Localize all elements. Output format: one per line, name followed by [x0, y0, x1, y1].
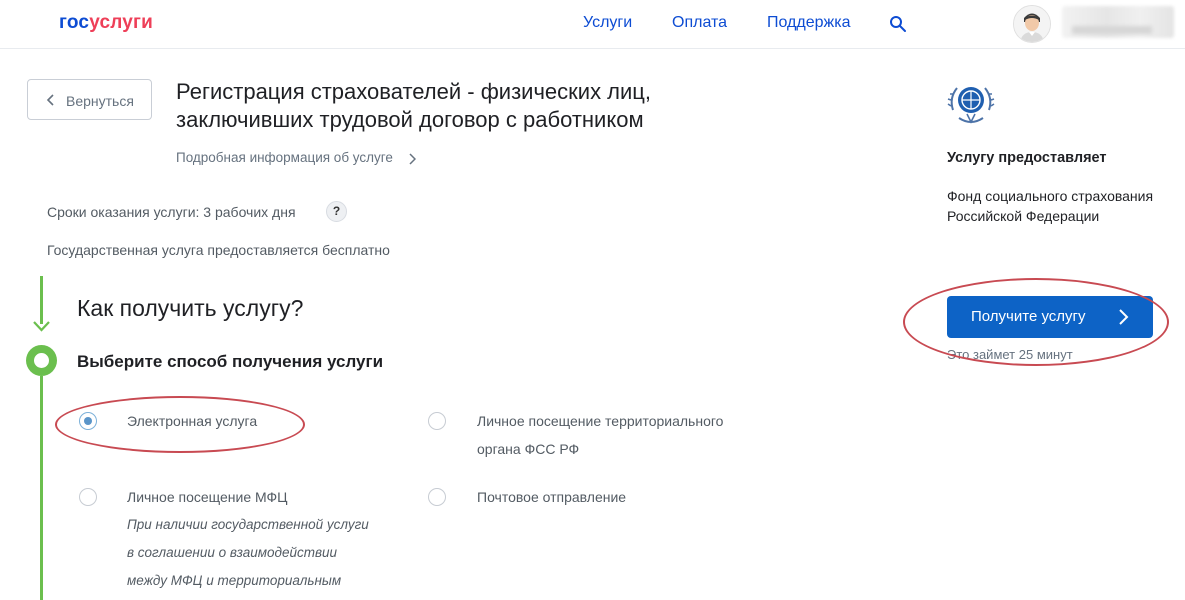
page-title-line2: заключивших трудовой договор с работнико… — [176, 107, 644, 132]
provider-heading: Услугу предоставляет — [947, 150, 1107, 166]
nav-payment[interactable]: Оплата — [672, 14, 727, 32]
nav-support[interactable]: Поддержка — [767, 14, 850, 32]
progress-line — [40, 276, 43, 324]
chevron-right-icon — [409, 153, 416, 165]
service-info-link[interactable]: Подробная информация об услуге — [176, 150, 416, 165]
radio-electronic[interactable] — [79, 412, 97, 430]
nav-services[interactable]: Услуги — [583, 14, 632, 32]
progress-line-lower — [40, 376, 43, 600]
service-free-note: Государственная услуга предоставляется б… — [47, 242, 390, 258]
option-mfc-note-line2: в соглашении о взаимодействии — [127, 545, 338, 560]
user-name-blurred[interactable] — [1062, 6, 1174, 38]
provider-name-line2: Российской Федерации — [947, 208, 1100, 224]
chevron-right-icon — [1119, 309, 1129, 325]
logo-part-gos: гос — [59, 12, 90, 33]
gosuslugi-logo[interactable]: госуслуги — [59, 12, 153, 34]
how-to-get-title: Как получить услугу? — [77, 295, 304, 321]
option-fss-visit-line2: органа ФСС РФ — [477, 441, 580, 457]
page-title-line1: Регистрация страхователей - физических л… — [176, 79, 652, 104]
service-info-link-label: Подробная информация об услуге — [176, 150, 393, 165]
option-electronic-label[interactable]: Электронная услуга — [127, 407, 257, 435]
service-terms: Сроки оказания услуги: 3 рабочих дня — [47, 204, 296, 220]
option-fss-visit-line1: Личное посещение территориального — [477, 413, 724, 429]
radio-postal[interactable] — [428, 488, 446, 506]
option-fss-visit-label[interactable]: Личное посещение территориального органа… — [477, 407, 723, 463]
get-service-button[interactable]: Получите услугу — [947, 296, 1153, 338]
logo-part-uslugi: услуги — [89, 12, 154, 33]
page-title: Регистрация страхователей - физических л… — [176, 78, 776, 134]
radio-fss-visit[interactable] — [428, 412, 446, 430]
service-duration: Это займет 25 минут — [947, 347, 1073, 362]
search-icon[interactable] — [889, 15, 907, 33]
chevron-left-icon — [46, 94, 54, 106]
provider-name-line1: Фонд социального страхования — [947, 188, 1154, 204]
top-header: госуслуги Услуги Оплата Поддержка — [0, 0, 1185, 49]
choose-method-title: Выберите способ получения услуги — [77, 352, 384, 371]
option-mfc-note-line1: При наличии государственной услуги — [127, 517, 369, 532]
step-marker — [26, 345, 57, 376]
option-mfc-visit-label[interactable]: Личное посещение МФЦ — [127, 483, 288, 511]
back-button-label: Вернуться — [66, 93, 134, 109]
user-avatar-icon[interactable] — [1013, 5, 1051, 43]
get-service-button-label: Получите услугу — [971, 308, 1086, 325]
option-mfc-note: При наличии государственной услуги в сог… — [127, 511, 417, 595]
arrow-down-icon — [33, 321, 50, 332]
option-postal-label[interactable]: Почтовое отправление — [477, 483, 626, 511]
provider-name: Фонд социального страхования Российской … — [947, 186, 1177, 226]
help-icon[interactable]: ? — [326, 201, 347, 222]
back-button[interactable]: Вернуться — [27, 79, 152, 120]
radio-mfc-visit[interactable] — [79, 488, 97, 506]
option-mfc-note-line3: между МФЦ и территориальным — [127, 573, 342, 588]
fss-emblem-icon — [947, 87, 995, 124]
